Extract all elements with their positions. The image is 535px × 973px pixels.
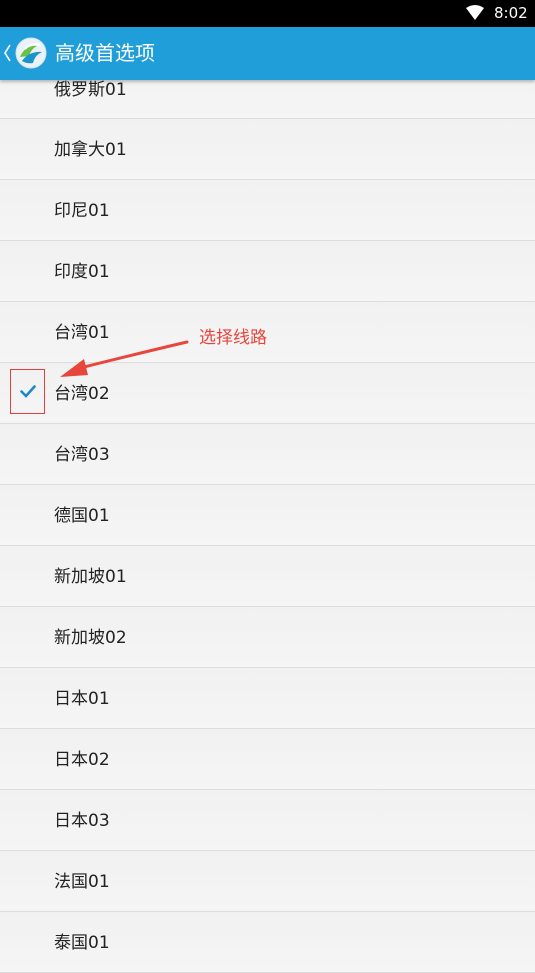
- list-item-label: 台湾03: [54, 445, 110, 465]
- list-item[interactable]: 日本03: [0, 790, 535, 851]
- route-list: 俄罗斯01 加拿大01 印尼01 印度01 台湾01 台湾02 台湾03 德国0…: [0, 58, 535, 973]
- list-item[interactable]: 台湾03: [0, 424, 535, 485]
- status-bar: 8:02: [0, 0, 535, 27]
- list-item-label: 新加坡02: [54, 628, 127, 648]
- list-item-label: 俄罗斯01: [54, 80, 127, 100]
- list-item[interactable]: 法国01: [0, 851, 535, 912]
- checkmark-icon: [20, 385, 36, 398]
- list-item[interactable]: 日本01: [0, 668, 535, 729]
- list-item[interactable]: 日本02: [0, 729, 535, 790]
- app-logo-icon[interactable]: [15, 37, 47, 69]
- list-item-label: 日本03: [54, 811, 110, 831]
- list-item-label: 新加坡01: [54, 567, 127, 587]
- list-item[interactable]: 德国01: [0, 485, 535, 546]
- list-item-label: 德国01: [54, 506, 110, 526]
- list-item-label: 日本01: [54, 689, 110, 709]
- list-item-label: 台湾01: [54, 323, 110, 343]
- chevron-left-icon[interactable]: [3, 42, 12, 64]
- wifi-icon: [466, 5, 484, 20]
- list-item[interactable]: 新加坡01: [0, 546, 535, 607]
- list-item-label: 加拿大01: [54, 140, 127, 160]
- list-item[interactable]: 新加坡02: [0, 607, 535, 668]
- list-item-label: 法国01: [54, 872, 110, 892]
- list-item-label: 印尼01: [54, 201, 110, 221]
- list-item[interactable]: 泰国01: [0, 912, 535, 973]
- list-item-label: 印度01: [54, 262, 110, 282]
- list-item[interactable]: 台湾01: [0, 302, 535, 363]
- list-item-selected[interactable]: 台湾02: [0, 363, 535, 424]
- selection-highlight-box: [10, 369, 45, 414]
- annotation-label: 选择线路: [199, 328, 267, 348]
- list-item[interactable]: 加拿大01: [0, 119, 535, 180]
- app-bar: 高级首选项: [0, 27, 535, 80]
- page-title: 高级首选项: [55, 41, 155, 65]
- list-item-label: 日本02: [54, 750, 110, 770]
- list-item[interactable]: 印度01: [0, 241, 535, 302]
- list-item[interactable]: 印尼01: [0, 180, 535, 241]
- status-time: 8:02: [494, 4, 528, 22]
- list-item-label: 台湾02: [54, 384, 110, 404]
